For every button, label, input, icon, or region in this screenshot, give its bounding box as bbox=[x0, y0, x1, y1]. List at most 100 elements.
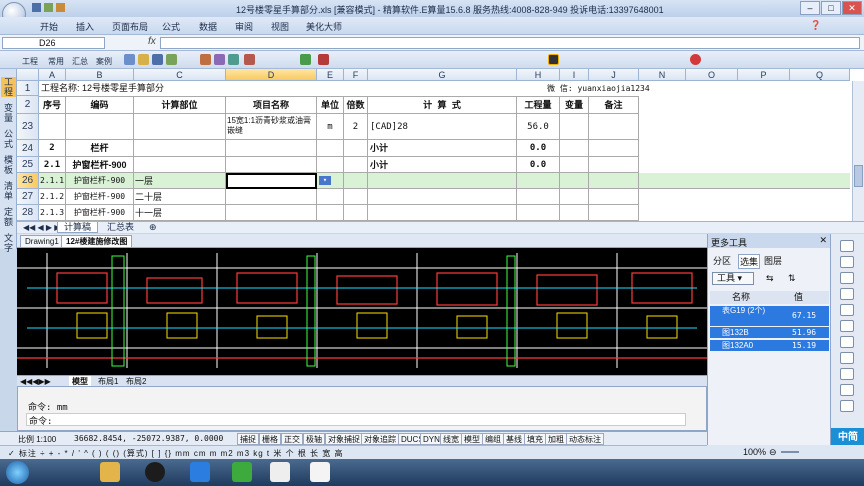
circle-tool-icon[interactable] bbox=[840, 288, 854, 300]
table-cell[interactable] bbox=[226, 205, 317, 221]
vtab-template[interactable]: 模板 bbox=[1, 155, 16, 175]
row-header[interactable]: 25 bbox=[17, 157, 39, 173]
polyline-tool-icon[interactable] bbox=[840, 256, 854, 268]
table-cell[interactable] bbox=[344, 173, 368, 189]
pdf-icon[interactable] bbox=[310, 462, 330, 482]
code-cell[interactable]: 护窗栏杆-900 bbox=[66, 189, 134, 205]
col-header-q[interactable]: Q bbox=[790, 69, 850, 81]
table-cell[interactable] bbox=[560, 189, 589, 205]
tab-home[interactable]: 开始 bbox=[40, 20, 58, 33]
arc-tool-icon[interactable] bbox=[840, 304, 854, 316]
lineweight-toggle[interactable]: 线宽 bbox=[440, 433, 462, 445]
new-icon[interactable] bbox=[124, 54, 135, 65]
quantity-cell[interactable]: 0.0 bbox=[517, 157, 560, 173]
table-cell[interactable] bbox=[560, 140, 589, 157]
tools-dropdown[interactable]: 工具 ▾ bbox=[712, 272, 754, 285]
dynamic-dim-toggle[interactable]: 动态标注 bbox=[566, 433, 604, 445]
qq-icon[interactable] bbox=[690, 54, 701, 65]
polar-toggle[interactable]: 极轴 bbox=[303, 433, 325, 445]
vtab-text[interactable]: 文字 bbox=[1, 233, 16, 253]
seq-cell[interactable]: 2.1.3 bbox=[39, 205, 66, 221]
excel-icon[interactable] bbox=[232, 462, 252, 482]
maximize-button[interactable]: □ bbox=[821, 1, 841, 15]
cut-icon[interactable] bbox=[200, 54, 211, 65]
code-cell[interactable]: 护窗栏杆-900 bbox=[66, 205, 134, 221]
formula-cell[interactable]: 小计 bbox=[368, 157, 517, 173]
row-header[interactable]: 23 bbox=[17, 114, 39, 140]
tab-view[interactable]: 视图 bbox=[271, 20, 289, 33]
zoom-out-icon[interactable]: ⊖ bbox=[769, 447, 777, 458]
table-cell[interactable] bbox=[134, 140, 226, 157]
save-icon[interactable] bbox=[152, 54, 163, 65]
select-all-corner[interactable] bbox=[17, 69, 39, 81]
table-cell[interactable] bbox=[226, 189, 317, 205]
delete-icon[interactable] bbox=[318, 54, 329, 65]
rectangle-tool-icon[interactable] bbox=[840, 272, 854, 284]
copy-icon[interactable] bbox=[214, 54, 225, 65]
toolbar-common[interactable]: 常用 bbox=[48, 56, 64, 67]
selection-item[interactable]: 图132A0 15.19 bbox=[710, 340, 829, 351]
seq-cell[interactable]: 2.1.2 bbox=[39, 189, 66, 205]
drawing-tab-drawing1[interactable]: Drawing1 bbox=[20, 235, 64, 247]
vtab-variable[interactable]: 变量 bbox=[1, 103, 16, 123]
row-header[interactable]: 1 bbox=[17, 81, 39, 96]
table-cell[interactable] bbox=[134, 157, 226, 173]
help-icon[interactable]: ❓ bbox=[810, 20, 821, 31]
formula-input[interactable] bbox=[160, 37, 860, 49]
drawing-tab-12-building[interactable]: 12#楼建施修改图 bbox=[61, 235, 133, 247]
explorer-icon[interactable] bbox=[100, 462, 120, 482]
col-header-e[interactable]: E bbox=[317, 69, 344, 81]
polygon-tool-icon[interactable] bbox=[840, 320, 854, 332]
line-tool-icon[interactable] bbox=[840, 240, 854, 252]
table-cell[interactable] bbox=[368, 189, 517, 205]
tool-icon-b[interactable]: ⇅ bbox=[788, 273, 796, 284]
vtab-project[interactable]: 工程 bbox=[1, 77, 16, 97]
toolbar-project[interactable]: 工程 bbox=[22, 56, 38, 67]
bold-toggle[interactable]: 加粗 bbox=[545, 433, 567, 445]
location-cell[interactable]: 一层 bbox=[134, 173, 226, 189]
sheet-tab-calc[interactable]: 计算稿 bbox=[57, 222, 99, 233]
table-cell[interactable] bbox=[589, 173, 639, 189]
code-cell[interactable]: 栏杆 bbox=[66, 140, 134, 157]
osnap-toggle[interactable]: 对象捕捉 bbox=[325, 433, 363, 445]
table-cell[interactable] bbox=[368, 205, 517, 221]
seq-cell[interactable]: 2.1 bbox=[39, 157, 66, 173]
location-cell[interactable]: 十一层 bbox=[134, 205, 226, 221]
ortho-toggle[interactable]: 正交 bbox=[281, 433, 303, 445]
table-cell[interactable] bbox=[560, 157, 589, 173]
save-icon[interactable] bbox=[32, 3, 41, 12]
check-icon[interactable] bbox=[300, 54, 311, 65]
selection-item[interactable]: 表G19 (2个) 67.15 bbox=[710, 306, 829, 326]
app-icon-2[interactable] bbox=[270, 462, 290, 482]
otrack-toggle[interactable]: 对象追踪 bbox=[361, 433, 399, 445]
table-cell[interactable] bbox=[589, 140, 639, 157]
quantity-cell[interactable]: 56.0 bbox=[517, 114, 560, 140]
table-cell[interactable] bbox=[560, 114, 589, 140]
col-header-p[interactable]: P bbox=[738, 69, 790, 81]
align-icon[interactable] bbox=[548, 54, 559, 65]
group-toggle[interactable]: 编组 bbox=[482, 433, 504, 445]
table-cell[interactable] bbox=[560, 205, 589, 221]
sheet-tab-summary[interactable]: 汇总表 bbox=[101, 222, 140, 233]
vtab-formula[interactable]: 公式 bbox=[1, 129, 16, 149]
command-input[interactable]: 命令: bbox=[26, 413, 686, 427]
table-cell[interactable] bbox=[317, 205, 344, 221]
table-cell[interactable] bbox=[317, 189, 344, 205]
table-cell[interactable] bbox=[39, 114, 66, 140]
symbol-buttons[interactable]: ✓ 标注 ÷ + - * / ' ^ ( ) ( () (算式) [ ] {} … bbox=[8, 448, 344, 459]
table-cell[interactable] bbox=[344, 157, 368, 173]
zoom-level[interactable]: 100% bbox=[743, 447, 766, 457]
cad-drawing-canvas[interactable] bbox=[17, 248, 707, 375]
formula-cell[interactable]: 小计 bbox=[368, 140, 517, 157]
row-header[interactable]: 27 bbox=[17, 189, 39, 205]
row-header[interactable]: 2 bbox=[17, 96, 39, 114]
panel-tab-layer[interactable]: 图层 bbox=[764, 254, 782, 267]
table-cell[interactable] bbox=[560, 173, 589, 189]
print-icon[interactable] bbox=[166, 54, 177, 65]
table-cell[interactable] bbox=[589, 189, 639, 205]
col-header-a[interactable]: A bbox=[39, 69, 66, 81]
panel-tab-selection[interactable]: 选集 bbox=[738, 254, 761, 269]
table-cell[interactable] bbox=[344, 189, 368, 205]
grid-toggle[interactable]: 栅格 bbox=[259, 433, 281, 445]
panel-tab-partition[interactable]: 分区 bbox=[713, 254, 731, 267]
